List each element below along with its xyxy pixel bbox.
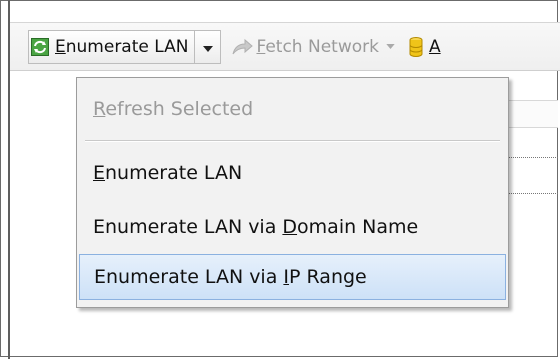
menu-item-enumerate-lan-domain[interactable]: Enumerate LAN via Domain Name <box>79 206 506 248</box>
menu-item-label: Enumerate LAN via IP Range <box>94 266 367 288</box>
database-button[interactable]: A <box>409 30 441 64</box>
fetch-network-button[interactable]: Fetch Network <box>231 30 395 64</box>
menu-item-enumerate-lan[interactable]: Enumerate LAN <box>79 152 506 194</box>
menu-item-enumerate-lan-ip-range[interactable]: Enumerate LAN via IP Range <box>79 254 506 300</box>
chevron-down-icon <box>202 37 213 56</box>
refresh-icon <box>31 37 49 56</box>
menu-item-refresh-selected[interactable]: Refresh Selected <box>79 88 506 130</box>
enumerate-dropdown-menu: Refresh Selected Enumerate LAN Enumerate… <box>76 77 509 308</box>
list-row-focus-line <box>506 193 558 194</box>
chevron-down-icon <box>386 44 395 49</box>
truncated-toolbar-label: A <box>428 36 441 57</box>
menu-item-label: Refresh Selected <box>93 98 254 120</box>
database-icon <box>409 36 423 57</box>
enumerate-dropdown-button[interactable] <box>195 29 222 64</box>
fetch-network-label: Fetch Network <box>256 36 379 57</box>
list-row-focus-line <box>506 157 558 158</box>
enumerate-lan-label: Enumerate LAN <box>55 36 189 57</box>
toolbar: Enumerate LAN Fetch Network A <box>10 23 560 71</box>
menu-item-label: Enumerate LAN via Domain Name <box>93 216 419 238</box>
enumerate-lan-button[interactable]: Enumerate LAN <box>28 29 196 64</box>
arrow-forward-icon <box>231 38 254 56</box>
menu-separator <box>85 140 500 142</box>
menu-item-label: Enumerate LAN <box>93 162 243 184</box>
